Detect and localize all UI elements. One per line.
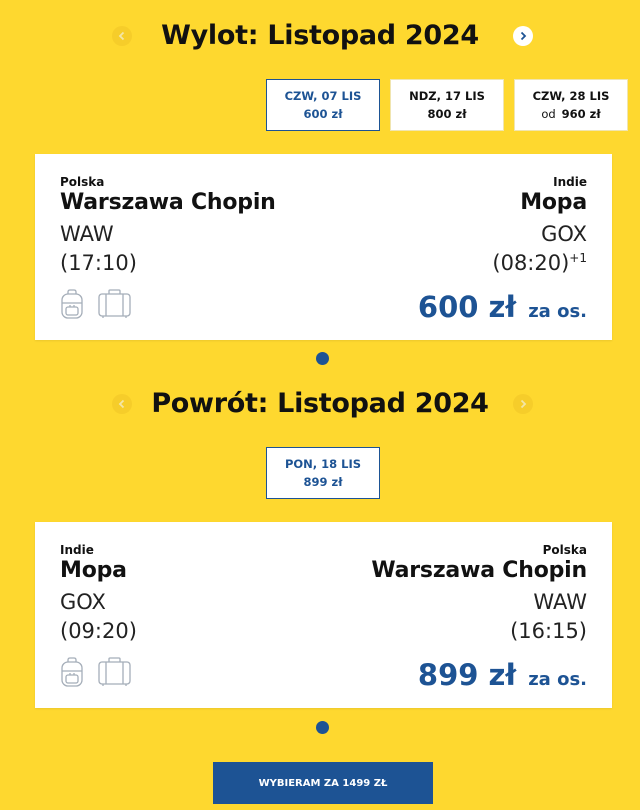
date-tab-28-lis[interactable]: CZW, 28 LIS od 960 zł [514,79,628,131]
backpack-icon [61,289,83,319]
day-offset: +1 [569,251,587,265]
carousel-dot[interactable] [316,721,329,734]
price-per-person: za os. [528,301,587,322]
date-tab-price-row: od 960 zł [515,107,627,121]
date-tab-price: 800 zł [427,107,467,121]
origin-country: Polska [60,175,105,189]
date-tab-17-lis[interactable]: NDZ, 17 LIS 800 zł [390,79,504,131]
next-month-button[interactable] [513,394,533,414]
price-amount: 899 zł [417,658,517,692]
destination-airport: Mopa [520,190,587,215]
date-tab-07-lis[interactable]: CZW, 07 LIS 600 zł [266,79,380,131]
destination-airport: Warszawa Chopin [371,558,587,583]
departure-time: (17:10) [60,251,137,275]
baggage-icons [60,657,131,688]
next-month-button[interactable] [513,26,533,46]
date-tab-date: NDZ, 17 LIS [409,89,485,103]
return-price: 899 zł za os. [418,658,587,692]
departure-time: (09:20) [60,619,137,643]
destination-country: Indie [553,175,587,189]
return-flight-card[interactable]: Indie Mopa GOX (09:20) Polska Warszawa C… [35,522,612,708]
chevron-right-icon [520,399,527,409]
outbound-month-header: Wylot: Listopad 2024 [0,16,640,56]
origin-airport: Warszawa Chopin [60,190,276,215]
date-tab-price-prefix: od [541,107,556,121]
suitcase-icon [98,289,131,318]
outbound-price: 600 zł za os. [418,290,587,324]
outbound-month-title: Wylot: Listopad 2024 [161,20,479,51]
date-tab-price: 600 zł [303,107,343,121]
backpack-icon [61,657,83,687]
date-tab-price: 960 zł [561,107,601,121]
outbound-flight-card[interactable]: Polska Warszawa Chopin WAW (17:10) Indie… [35,154,612,340]
destination-code: GOX [541,222,587,246]
date-tab-date: CZW, 07 LIS [284,89,362,103]
arrival-time: (16:15) [510,619,587,643]
arrival-time: (08:20)+1 [492,251,587,275]
origin-code: GOX [60,590,106,614]
return-month-title: Powrót: Listopad 2024 [151,388,489,419]
date-tab-date: CZW, 28 LIS [532,89,610,103]
destination-code: WAW [533,590,587,614]
date-tab-date: PON, 18 LIS [284,457,362,471]
carousel-dot[interactable] [316,352,329,365]
origin-code: WAW [60,222,114,246]
origin-country: Indie [60,543,94,557]
origin-airport: Mopa [60,558,127,583]
price-per-person: za os. [528,669,587,690]
destination-country: Polska [542,543,587,557]
arrival-time-value: (08:20) [492,251,570,275]
suitcase-icon [98,657,131,686]
select-flights-button[interactable]: WYBIERAM ZA 1499 ZŁ [213,762,433,804]
return-month-header: Powrót: Listopad 2024 [0,384,640,424]
chevron-right-icon [520,31,527,41]
baggage-icons [60,289,131,320]
date-tab-18-lis[interactable]: PON, 18 LIS 899 zł [266,447,380,499]
price-amount: 600 zł [417,290,517,324]
date-tab-price: 899 zł [303,475,343,489]
